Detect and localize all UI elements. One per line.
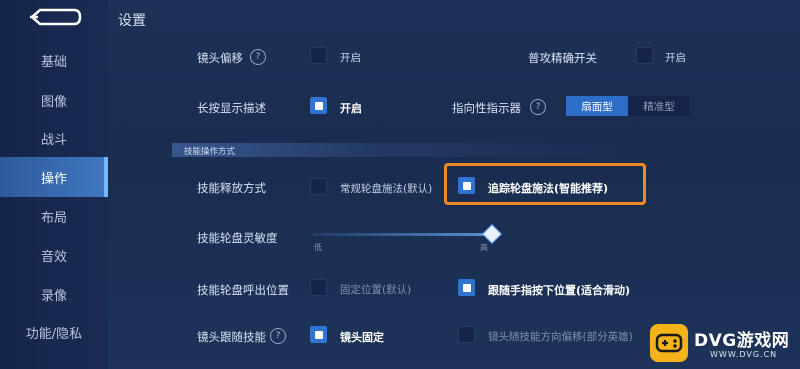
camera-offset-option: 开启 — [340, 52, 361, 64]
skill-wheel-sensitivity-label: 技能轮盘灵敏度 — [197, 231, 278, 245]
long-press-desc-option: 开启 — [340, 102, 362, 115]
tracking-cast-checkbox[interactable] — [458, 177, 475, 194]
normal-cast-checkbox[interactable] — [310, 178, 327, 195]
basic-attack-precise-option: 开启 — [665, 52, 686, 64]
sidebar-item-label: 战斗 — [40, 132, 67, 148]
page-title: 设置 — [118, 13, 146, 29]
sidebar-item-privacy[interactable]: 功能/隐私 — [0, 314, 108, 350]
sidebar-item-combat[interactable]: 战斗 — [0, 120, 108, 156]
sidebar: 基础 图像 战斗 操作 布局 音效 录像 功能/隐私 — [0, 0, 108, 369]
help-icon[interactable]: ? — [250, 49, 266, 65]
watermark-title: DVG游戏网 — [694, 331, 790, 351]
section-header-bar — [172, 143, 632, 157]
camera-follow-skill-label: 镜头跟随技能 — [197, 330, 266, 344]
follow-finger-checkbox[interactable] — [458, 279, 475, 296]
basic-attack-precise-checkbox[interactable] — [636, 47, 653, 64]
tracking-cast-option: 追踪轮盘施法(智能推荐) — [488, 182, 609, 195]
long-press-desc-label: 长按显示描述 — [197, 101, 266, 115]
sidebar-item-label: 基础 — [40, 54, 67, 70]
follow-finger-option: 跟随手指按下位置(适合滑动) — [488, 284, 631, 297]
help-icon[interactable]: ? — [530, 99, 546, 115]
watermark: DVG游戏网 WWW.DVG.CN — [650, 324, 796, 366]
sidebar-item-layout[interactable]: 布局 — [0, 198, 108, 234]
indicator-fan-button[interactable]: 扇面型 — [566, 96, 628, 116]
camera-follow-option: 镜头随技能方向偏移(部分英雄) — [488, 331, 633, 343]
skill-cast-mode-label: 技能释放方式 — [197, 181, 266, 195]
watermark-url: WWW.DVG.CN — [710, 350, 778, 359]
directional-indicator-label: 指向性指示器 — [452, 101, 521, 115]
camera-offset-checkbox[interactable] — [310, 47, 327, 64]
help-icon[interactable]: ? — [270, 328, 286, 344]
sensitivity-slider-track[interactable] — [313, 233, 493, 236]
indicator-precise-button[interactable]: 精准型 — [628, 96, 690, 116]
basic-attack-precise-label: 普攻精确开关 — [528, 51, 597, 65]
sidebar-item-label: 操作 — [40, 171, 67, 187]
directional-indicator-toggle: 扇面型 精准型 — [566, 96, 690, 116]
gamepad-icon — [650, 324, 688, 362]
long-press-desc-checkbox[interactable] — [310, 97, 327, 114]
sidebar-item-sound[interactable]: 音效 — [0, 237, 108, 273]
fixed-position-option: 固定位置(默认) — [340, 284, 412, 296]
slider-min-label: 低 — [314, 243, 322, 252]
sidebar-item-label: 录像 — [40, 288, 67, 304]
sidebar-item-basic[interactable]: 基础 — [0, 42, 108, 78]
sensitivity-slider-knob[interactable] — [482, 224, 502, 244]
sidebar-item-controls[interactable]: 操作 — [0, 157, 108, 197]
camera-fixed-option: 镜头固定 — [340, 331, 384, 344]
skill-wheel-position-label: 技能轮盘呼出位置 — [197, 283, 289, 297]
camera-offset-label: 镜头偏移 — [197, 51, 243, 65]
sidebar-item-label: 布局 — [40, 210, 67, 226]
sidebar-item-label: 图像 — [40, 94, 67, 110]
sidebar-item-label: 功能/隐私 — [25, 326, 83, 342]
sidebar-item-label: 音效 — [40, 249, 67, 265]
back-arrow-icon[interactable] — [26, 6, 82, 28]
fixed-position-checkbox[interactable] — [310, 279, 327, 296]
sidebar-item-graphics[interactable]: 图像 — [0, 82, 108, 118]
slider-max-label: 高 — [480, 243, 488, 252]
section-title: 技能操作方式 — [184, 147, 236, 157]
camera-follow-checkbox[interactable] — [458, 326, 475, 343]
normal-cast-option: 常规轮盘施法(默认) — [340, 183, 433, 195]
camera-fixed-checkbox[interactable] — [310, 326, 327, 343]
sidebar-item-replay[interactable]: 录像 — [0, 276, 108, 312]
